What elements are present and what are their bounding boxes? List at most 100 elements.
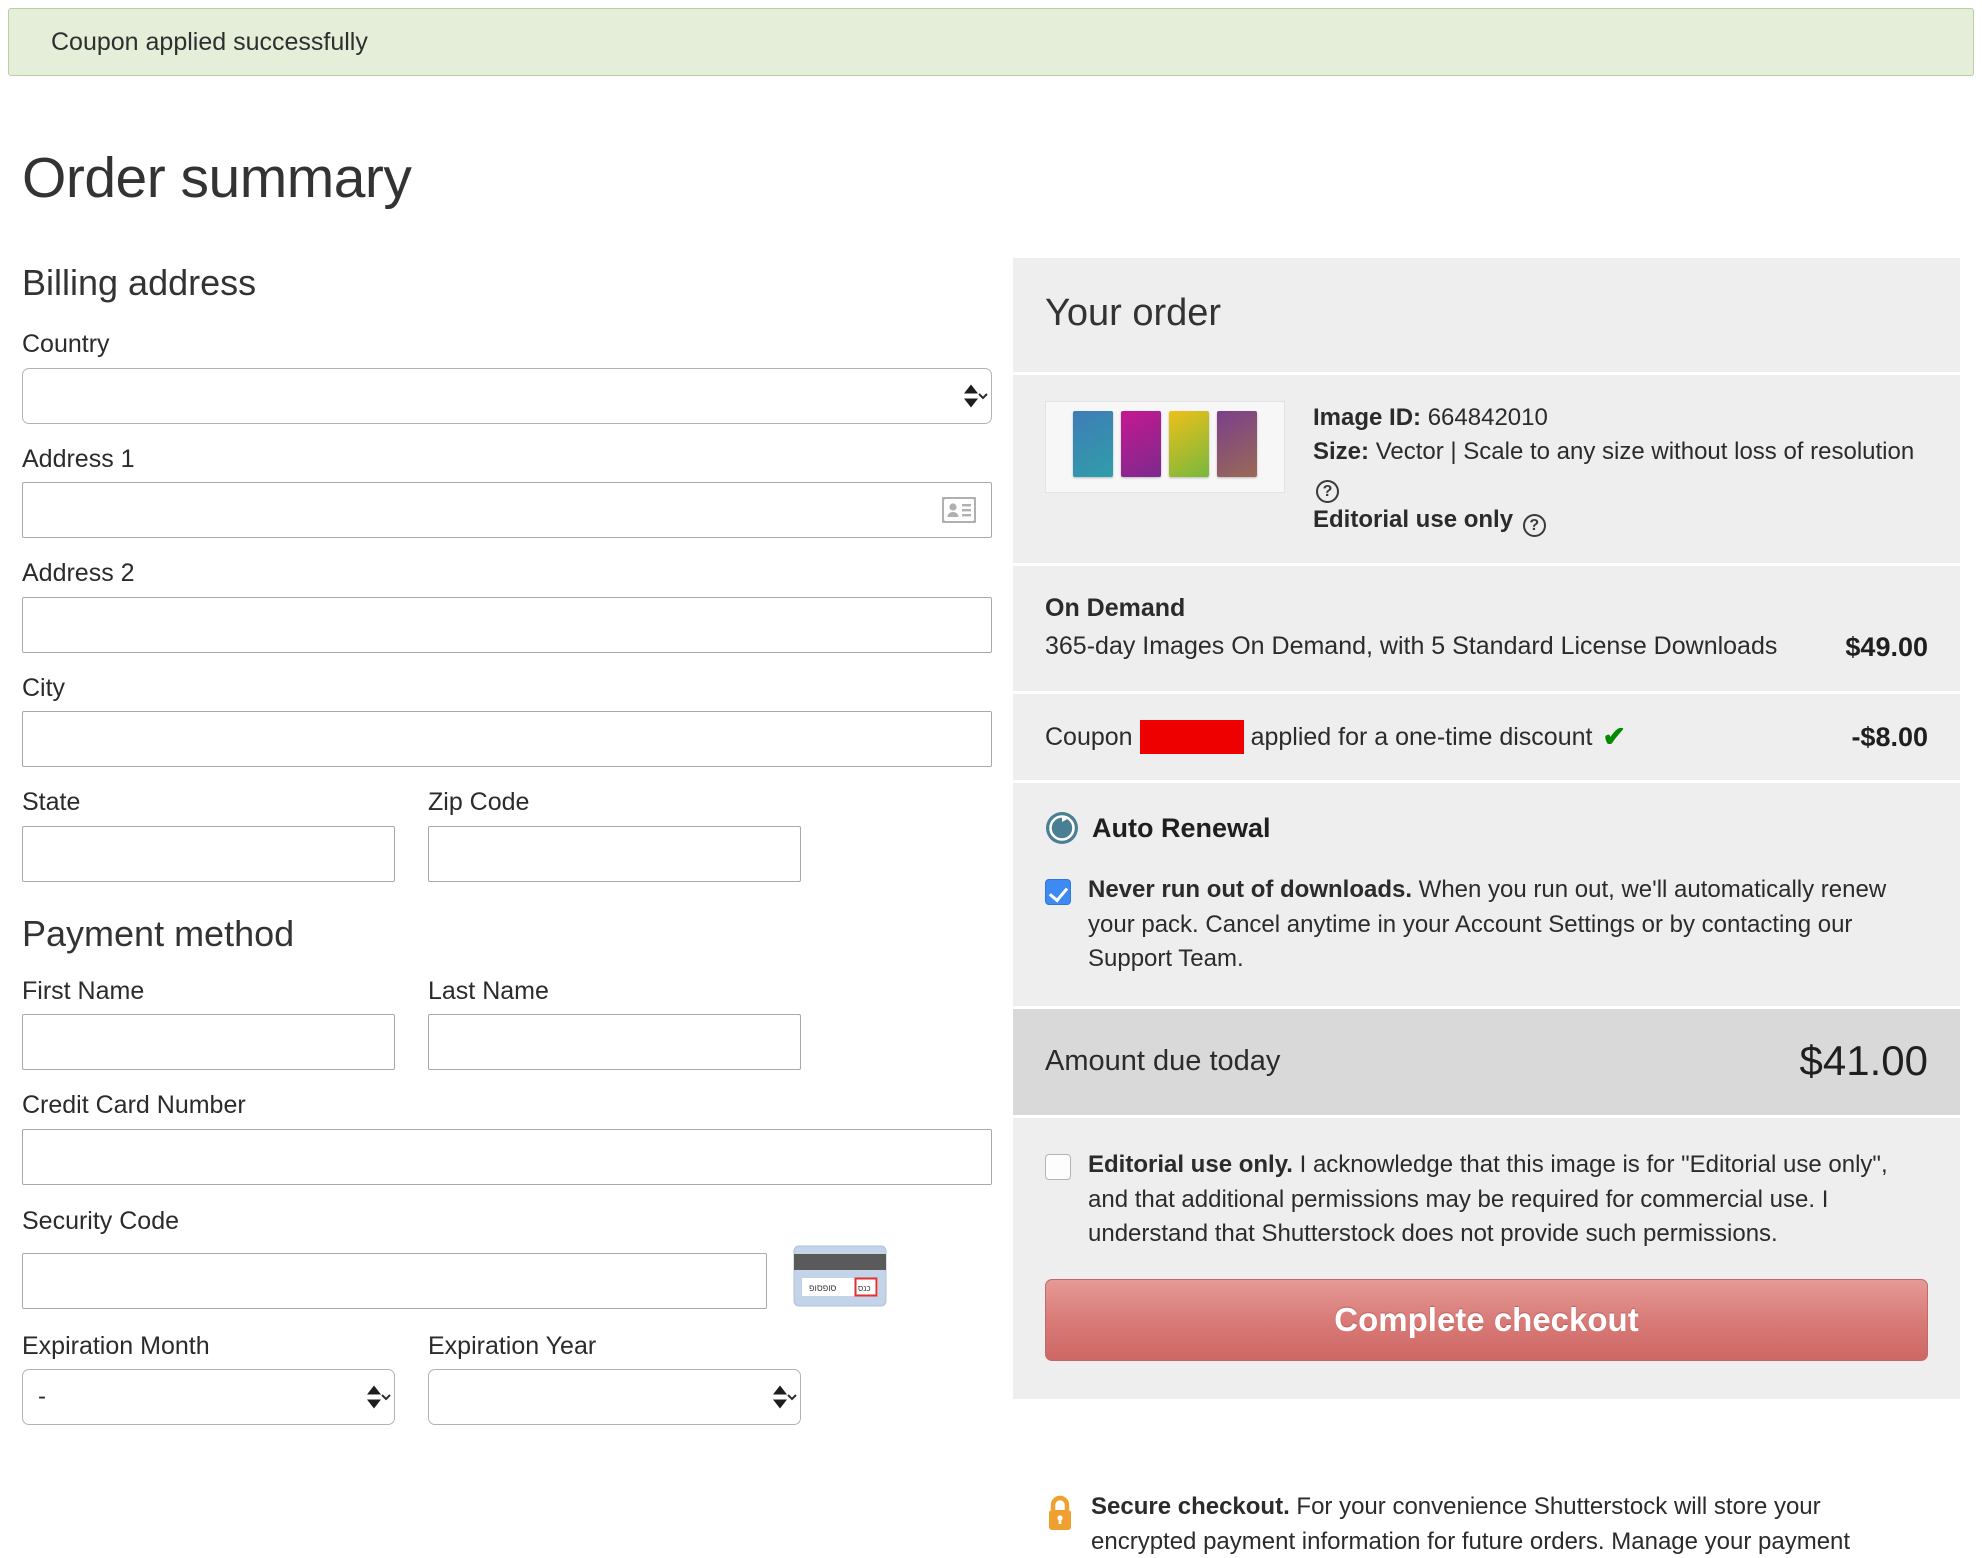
question-circle-icon[interactable]: ?	[1316, 480, 1339, 504]
state-field: State	[22, 788, 395, 882]
exp-month-field: Expiration Month -	[22, 1331, 395, 1425]
amount-due-label: Amount due today	[1045, 1044, 1281, 1077]
editorial-use-only-label: Editorial use only	[1313, 506, 1514, 534]
address2-field: Address 2	[22, 559, 992, 653]
order-summary-panel: Your order Image ID: 664842010 Size: Vec…	[1013, 258, 1960, 1400]
order-item-section: Image ID: 664842010 Size: Vector | Scale…	[1013, 375, 1960, 564]
country-field: Country	[22, 330, 992, 424]
state-zip-row: State Zip Code	[22, 788, 992, 882]
plan-name: On Demand	[1045, 594, 1186, 623]
billing-address-heading: Billing address	[22, 262, 257, 303]
never-run-out-row: Never run out of downloads. When you run…	[1045, 873, 1928, 976]
auto-renewal-bold-text: Never run out of downloads.	[1088, 876, 1413, 904]
exp-year-select[interactable]	[428, 1369, 801, 1425]
address1-input-wrap	[22, 482, 992, 538]
thumb-card-1	[1073, 411, 1113, 477]
svg-text:כנס: כנס	[858, 1284, 871, 1293]
your-order-heading: Your order	[1045, 292, 1222, 334]
coupon-description: Coupon applied for a one-time discount ✔	[1045, 720, 1626, 755]
first-name-label: First Name	[22, 976, 145, 1005]
exp-month-select-wrap: -	[22, 1369, 395, 1425]
auto-renewal-section: Auto Renewal Never run out of downloads.…	[1013, 783, 1960, 1007]
exp-year-label: Expiration Year	[428, 1331, 597, 1360]
plan-row: On Demand 365-day Images On Demand, with…	[1045, 566, 1928, 691]
exp-month-select[interactable]	[22, 1369, 395, 1425]
coupon-code-redaction	[1139, 720, 1244, 755]
card-number-label: Credit Card Number	[22, 1091, 246, 1119]
expiration-row: Expiration Month - Expiration Year	[22, 1331, 992, 1425]
last-name-input[interactable]	[428, 1014, 801, 1070]
state-input[interactable]	[22, 825, 395, 882]
address2-input[interactable]	[22, 596, 992, 653]
auto-renewal-heading: Auto Renewal	[1092, 812, 1271, 843]
plan-price: $49.00	[1845, 632, 1928, 663]
image-id-label: Image ID:	[1313, 404, 1422, 431]
name-row: First Name Last Name	[22, 976, 992, 1070]
country-label: Country	[22, 330, 110, 358]
coupon-success-message: Coupon applied successfully	[51, 27, 368, 56]
secure-checkout-bold-text: Secure checkout.	[1091, 1493, 1290, 1520]
security-code-input[interactable]	[22, 1252, 767, 1309]
plan-description: 365-day Images On Demand, with 5 Standar…	[1045, 631, 1778, 660]
address1-input[interactable]	[22, 482, 992, 538]
last-name-field: Last Name	[428, 976, 801, 1070]
secure-checkout-note: Secure checkout. For your convenience Sh…	[1013, 1460, 1960, 1558]
city-input[interactable]	[22, 711, 992, 767]
size-value: Vector | Scale to any size without loss …	[1375, 438, 1915, 466]
page-title: Order summary	[22, 146, 412, 210]
city-label: City	[22, 673, 66, 702]
complete-checkout-button[interactable]: Complete checkout	[1045, 1279, 1928, 1362]
plan-section: On Demand 365-day Images On Demand, with…	[1013, 566, 1960, 692]
card-number-input[interactable]	[22, 1128, 992, 1185]
amount-due-value: $41.00	[1799, 1037, 1928, 1085]
country-select-wrap	[22, 367, 992, 424]
contact-card-icon[interactable]	[941, 496, 977, 524]
billing-payment-form: Order summary Billing address Country Ad…	[22, 150, 992, 1447]
thumb-card-4	[1217, 411, 1257, 477]
coupon-row: Coupon applied for a one-time discount ✔…	[1045, 694, 1928, 780]
size-line: Size: Vector | Scale to any size without…	[1313, 435, 1928, 504]
security-code-label: Security Code	[22, 1206, 180, 1235]
svg-text:סופסופ: סופסופ	[809, 1283, 837, 1293]
padlock-icon	[1045, 1494, 1075, 1532]
card-number-field: Credit Card Number	[22, 1091, 992, 1185]
editorial-line: Editorial use only ?	[1313, 503, 1928, 538]
address1-label: Address 1	[22, 444, 135, 473]
exp-year-select-wrap	[428, 1369, 801, 1425]
first-name-input[interactable]	[22, 1014, 395, 1070]
city-field: City	[22, 673, 992, 767]
address2-label: Address 2	[22, 559, 135, 587]
checkout-page: Coupon applied successfully Order summar…	[0, 0, 1982, 1558]
check-mark-icon: ✔	[1602, 721, 1626, 753]
product-thumbnail[interactable]	[1045, 401, 1285, 493]
size-label: Size:	[1313, 438, 1370, 466]
zip-input[interactable]	[428, 825, 801, 882]
country-select[interactable]	[22, 367, 992, 424]
editorial-consent-row: Editorial use only. I acknowledge that t…	[1045, 1148, 1928, 1251]
secure-checkout-row: Secure checkout. For your convenience Sh…	[1013, 1460, 1960, 1558]
editorial-consent-text: Editorial use only. I acknowledge that t…	[1088, 1148, 1928, 1251]
order-panel-header: Your order	[1013, 258, 1960, 372]
coupon-suffix: applied for a one-time discount	[1250, 722, 1593, 751]
auto-renewal-checkbox[interactable]	[1045, 879, 1071, 906]
editorial-consent-section: Editorial use only. I acknowledge that t…	[1013, 1118, 1960, 1280]
first-name-field: First Name	[22, 976, 395, 1070]
coupon-section: Coupon applied for a one-time discount ✔…	[1013, 694, 1960, 781]
editorial-consent-checkbox[interactable]	[1045, 1154, 1071, 1181]
order-item: Image ID: 664842010 Size: Vector | Scale…	[1045, 375, 1928, 563]
plan-description-block: On Demand 365-day Images On Demand, with…	[1045, 592, 1777, 663]
exp-month-label: Expiration Month	[22, 1331, 210, 1360]
zip-field: Zip Code	[428, 788, 801, 882]
image-id-value: 664842010	[1427, 404, 1548, 431]
coupon-prefix: Coupon	[1045, 722, 1133, 751]
amount-due-row: Amount due today $41.00	[1013, 1009, 1960, 1116]
auto-renewal-header: Auto Renewal	[1045, 811, 1928, 845]
question-circle-icon[interactable]: ?	[1522, 514, 1546, 538]
last-name-label: Last Name	[428, 976, 549, 1005]
auto-renewal-text: Never run out of downloads. When you run…	[1088, 873, 1928, 976]
checkout-button-section: Complete checkout	[1013, 1279, 1960, 1400]
state-label: State	[22, 788, 81, 816]
image-id-line: Image ID: 664842010	[1313, 401, 1928, 435]
exp-year-field: Expiration Year	[428, 1331, 801, 1425]
secure-checkout-text: Secure checkout. For your convenience Sh…	[1091, 1490, 1928, 1558]
